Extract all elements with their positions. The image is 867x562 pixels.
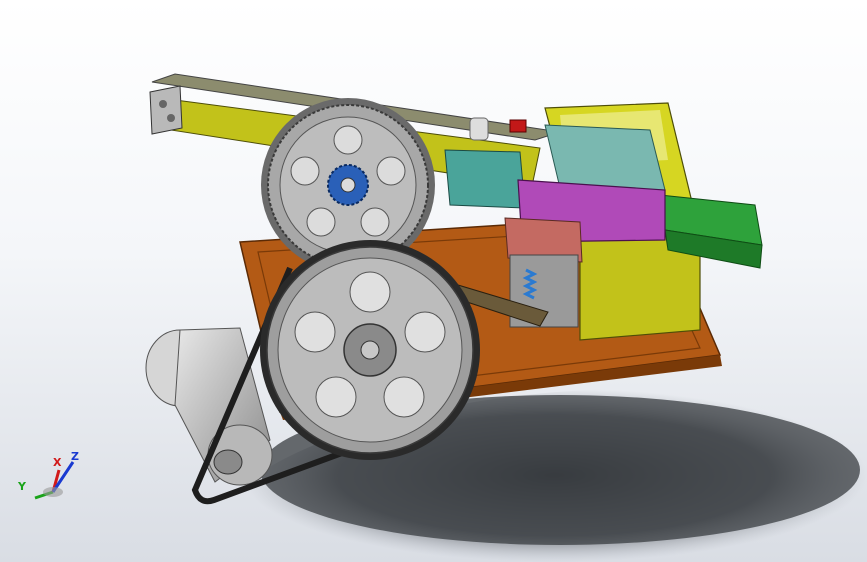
triad-y-label: Y — [18, 480, 26, 493]
red-stop-block — [509, 119, 527, 133]
orientation-triad[interactable]: X Y Z — [15, 448, 85, 508]
rail-end-bracket — [149, 85, 183, 135]
roller-post — [469, 117, 489, 141]
cad-assembly-model[interactable] — [0, 0, 867, 562]
cam-carriage — [544, 124, 666, 191]
triad-x-label: X — [53, 456, 62, 469]
triad-z-label: Z — [71, 450, 79, 463]
graphics-viewport[interactable]: X Y Z — [0, 0, 867, 562]
motor-pulley — [213, 449, 243, 475]
teal-block — [444, 149, 526, 209]
drive-pulley[interactable] — [260, 240, 480, 460]
